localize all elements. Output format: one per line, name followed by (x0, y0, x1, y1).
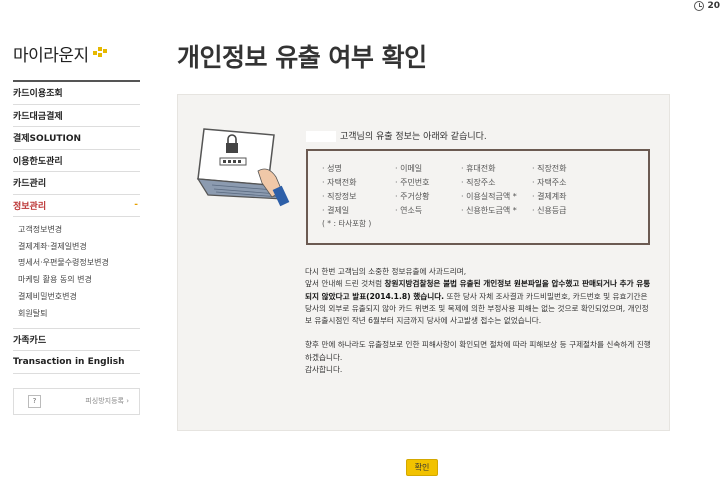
leaked-item: · 직장주소 (461, 178, 496, 187)
help-icon: ? (28, 394, 41, 408)
sidebar-item-limit[interactable]: 이용한도관리 (13, 150, 140, 172)
leaked-item: · 신용한도금액 * (461, 206, 517, 215)
sidebar-item-payment-solution[interactable]: 결제SOLUTION (13, 127, 140, 150)
sidebar-item-info-manage[interactable]: 정보관리 - (13, 195, 140, 217)
phishing-link[interactable]: 피싱방지등록 › (85, 396, 129, 406)
leaked-items-grid: · 성명 · 이메일 · 휴대전화 · 직장전화 · 자택전화 · 주민번호 ·… (322, 163, 640, 216)
leaked-items-box: · 성명 · 이메일 · 휴대전화 · 직장전화 · 자택전화 · 주민번호 ·… (306, 149, 650, 245)
clock-icon (694, 1, 705, 11)
notice-paragraph-2: 향후 만에 하나라도 유출정보로 인한 피해사항이 확인되면 절차에 따라 피해… (305, 340, 651, 375)
year-text: 20 (707, 1, 720, 11)
leaked-item: · 주민번호 (395, 178, 430, 187)
info-submenu: 고객정보변경 결제계좌·결제일변경 명세서·우편물수령정보변경 마케팅 활용 동… (13, 217, 140, 329)
phishing-box[interactable]: ? 피싱방지등록 › (13, 387, 140, 415)
info-footnote: ( * : 타사포함 ) (322, 219, 372, 228)
sidebar-item-family-card[interactable]: 가족카드 (13, 329, 140, 352)
logo-text: 마이라운지 (13, 45, 89, 66)
leaked-item: · 연소득 (395, 206, 423, 215)
notice-paragraph-1: 다시 한번 고객님의 소중한 정보유출에 사과드리며, 앞서 안내해 드린 것처… (305, 267, 651, 326)
leaked-item: · 이용실적금액 * (461, 192, 517, 201)
logo[interactable]: 마이라운지 (13, 36, 140, 70)
leak-info-panel: 고객님의 유출 정보는 아래와 같습니다. · 성명 · 이메일 · 휴대전화 … (177, 94, 670, 431)
sidebar-item-card-usage[interactable]: 카드이용조회 (13, 82, 140, 105)
leaked-item: · 직장전화 (532, 164, 567, 173)
subitem-payment-account[interactable]: 결제계좌·결제일변경 (18, 238, 140, 255)
customer-notice: 고객님의 유출 정보는 아래와 같습니다. (306, 129, 487, 142)
leaked-item: · 직장정보 (322, 192, 357, 201)
page-title: 개인정보 유출 여부 확인 (177, 43, 427, 72)
notice-text: 다시 한번 고객님의 소중한 정보유출에 사과드리며, 앞서 안내해 드린 것처… (305, 266, 651, 388)
subitem-withdraw[interactable]: 회원탈퇴 (18, 305, 140, 322)
leaked-item: · 자택전화 (322, 178, 357, 187)
subitem-marketing-consent[interactable]: 마케팅 활용 동의 변경 (18, 271, 140, 288)
sidebar-item-english[interactable]: Transaction in English (13, 351, 140, 374)
leaked-item: · 자택주소 (532, 178, 567, 187)
subitem-password[interactable]: 결제비밀번호변경 (18, 288, 140, 305)
leaked-item: · 결제계좌 (532, 192, 567, 201)
logo-mark-icon (92, 47, 107, 59)
customer-name-masked (306, 131, 336, 142)
leaked-item: · 주거상황 (395, 192, 430, 201)
top-status: 20 (694, 0, 720, 11)
confirm-button[interactable]: 확인 (406, 459, 438, 476)
leaked-item: · 결제일 (322, 206, 350, 215)
leaked-item: · 휴대전화 (461, 164, 496, 173)
leaked-item: · 성명 (322, 164, 342, 173)
laptop-lock-illustration (196, 128, 290, 207)
subitem-customer-info[interactable]: 고객정보변경 (18, 221, 140, 238)
subitem-statement-info[interactable]: 명세서·우편물수령정보변경 (18, 255, 140, 272)
leaked-item: · 신용등급 (532, 206, 567, 215)
sidebar-item-card-manage[interactable]: 카드관리 (13, 172, 140, 195)
leaked-item: · 이메일 (395, 164, 423, 173)
sidebar-item-card-payment[interactable]: 카드대금결제 (13, 105, 140, 127)
collapse-icon: - (134, 200, 138, 211)
sidebar: 마이라운지 카드이용조회 카드대금결제 결제SOLUTION 이용한도관리 카드… (13, 36, 140, 415)
